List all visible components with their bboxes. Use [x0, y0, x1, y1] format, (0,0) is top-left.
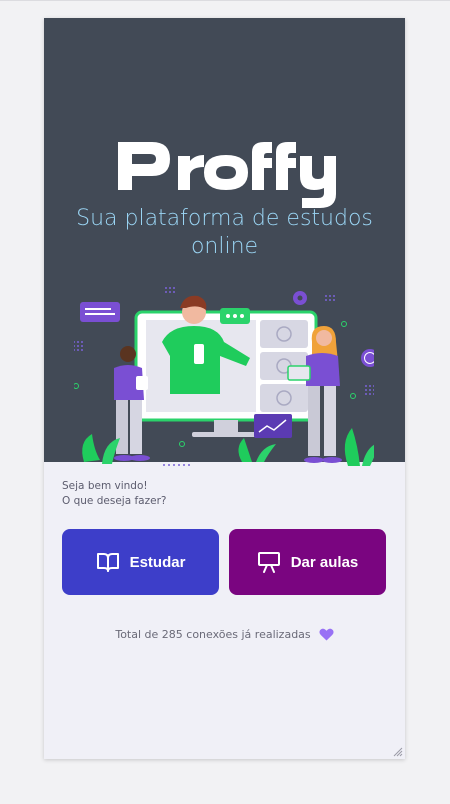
connections-total: Total de 285 conexões já realizadas — [44, 628, 405, 641]
teach-button[interactable]: Dar aulas — [229, 529, 386, 595]
connections-total-text: Total de 285 conexões já realizadas — [115, 628, 311, 641]
tagline-line-1: Sua plataforma de estudos — [76, 206, 373, 231]
teach-button-label: Dar aulas — [290, 553, 359, 571]
welcome-line-1: Seja bem vindo! — [62, 480, 148, 492]
hero-section: Sua plataforma de estudos online — [44, 18, 405, 466]
tagline: Sua plataforma de estudos online — [44, 205, 405, 261]
welcome-line-2: O que deseja fazer? — [62, 495, 167, 507]
book-open-icon — [96, 553, 119, 572]
heart-icon — [319, 628, 334, 641]
resize-handle-icon[interactable] — [391, 745, 403, 757]
presentation-icon — [257, 552, 280, 573]
app-frame: Sua plataforma de estudos online Seja be… — [44, 18, 405, 759]
study-button[interactable]: Estudar — [62, 529, 219, 595]
proffy-logo — [118, 142, 336, 208]
study-button-label: Estudar — [129, 553, 186, 571]
top-border — [0, 0, 450, 1]
welcome-text: Seja bem vindo! O que deseja fazer? — [62, 479, 166, 509]
tagline-line-2: online — [190, 234, 259, 259]
hero-illustration — [74, 287, 374, 466]
